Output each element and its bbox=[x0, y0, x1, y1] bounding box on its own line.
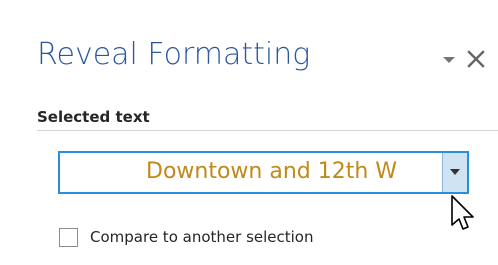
selected-text-heading: Selected text bbox=[37, 108, 150, 126]
pane-title: Reveal Formatting bbox=[37, 37, 311, 72]
pane-options-button[interactable] bbox=[441, 52, 457, 66]
reveal-formatting-pane: Reveal Formatting Selected text Downtown… bbox=[0, 0, 498, 265]
mouse-pointer-icon bbox=[451, 195, 474, 230]
close-icon bbox=[467, 50, 485, 68]
dropdown-arrow-icon bbox=[450, 169, 460, 175]
selected-text-dropdown-button[interactable] bbox=[442, 153, 467, 192]
selected-text-value: Downtown and 12th W bbox=[146, 159, 398, 184]
chevron-down-icon bbox=[443, 57, 455, 63]
selected-text-box[interactable]: Downtown and 12th W bbox=[58, 151, 469, 194]
compare-selection-checkbox[interactable] bbox=[59, 228, 78, 247]
section-divider bbox=[37, 130, 498, 131]
compare-selection-label: Compare to another selection bbox=[90, 228, 314, 246]
pane-close-button[interactable] bbox=[465, 48, 487, 70]
